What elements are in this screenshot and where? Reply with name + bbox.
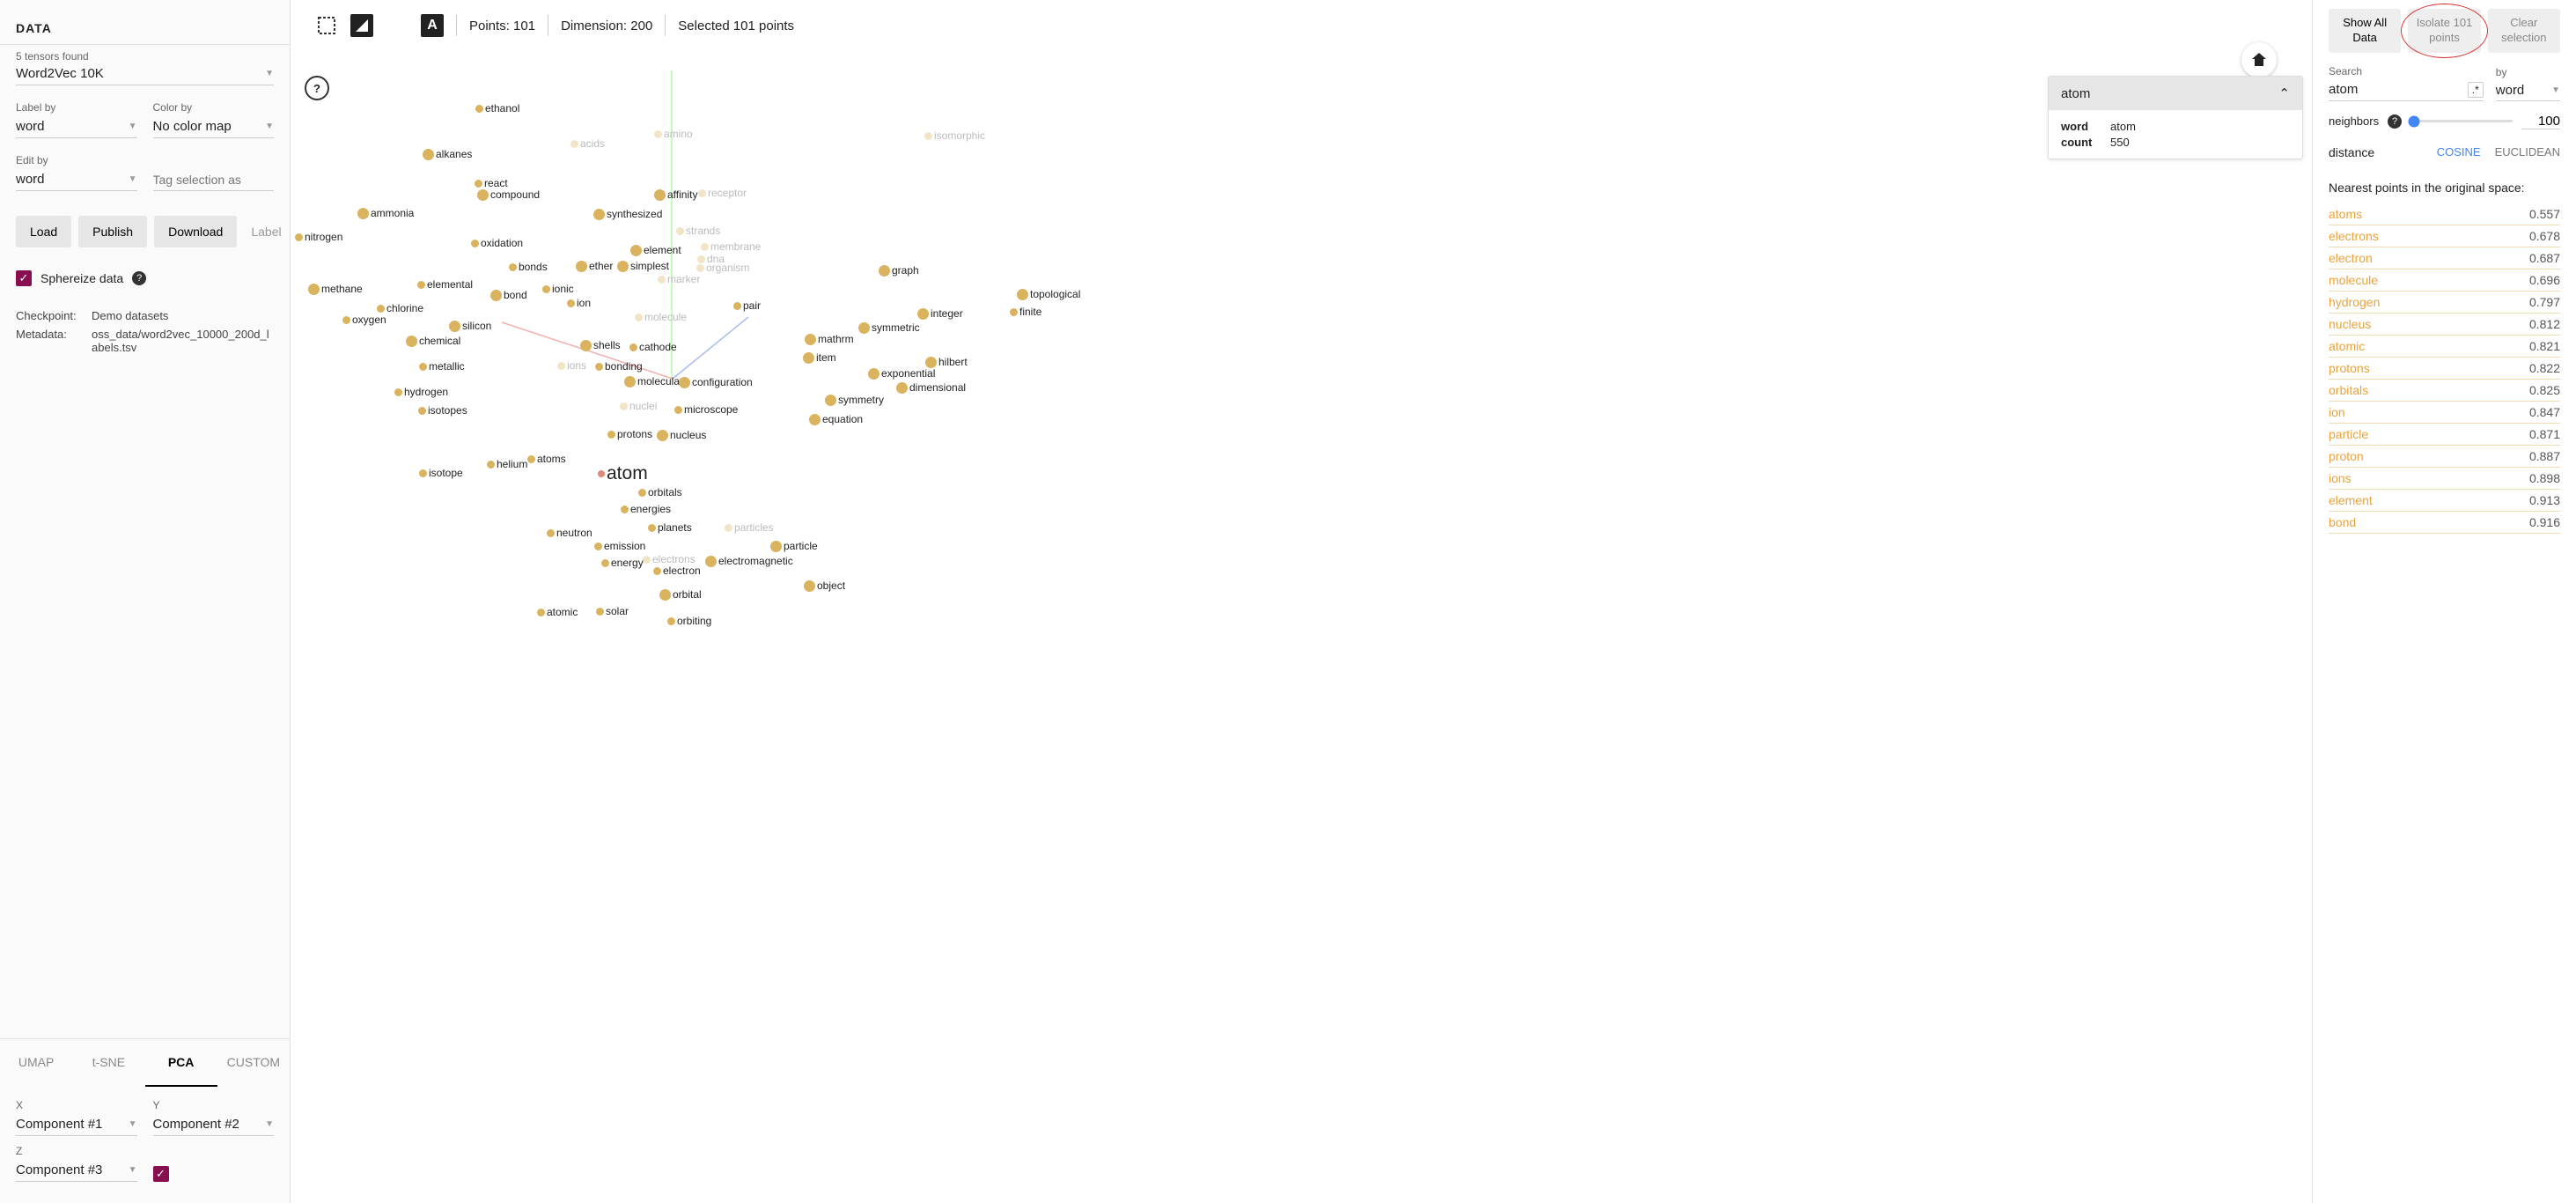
checkpoint-value: Demo datasets bbox=[92, 309, 274, 322]
isolate-button[interactable]: Isolate 101 points bbox=[2408, 9, 2480, 53]
edit-by-label: Edit by bbox=[16, 154, 137, 166]
nearest-list: atoms0.557electrons0.678electron0.687mol… bbox=[2329, 203, 2560, 534]
pca-y-select[interactable]: Component #2▼ bbox=[153, 1113, 275, 1136]
data-panel-title: DATA bbox=[0, 0, 290, 44]
chevron-down-icon: ▼ bbox=[129, 122, 137, 131]
hover-card: atom ⌃ wordatom count550 bbox=[2048, 76, 2303, 159]
projection-tabs: UMAPt-SNEPCACUSTOM bbox=[0, 1038, 290, 1087]
color-by-select[interactable]: No color map▼ bbox=[153, 115, 275, 138]
label-by-select[interactable]: word▼ bbox=[16, 115, 137, 138]
label-by-label: Label by bbox=[16, 101, 137, 114]
help-icon[interactable]: ? bbox=[2388, 114, 2402, 129]
points-stat: Points: 101 bbox=[469, 18, 535, 33]
chevron-down-icon: ▼ bbox=[2551, 85, 2560, 95]
hover-card-row: count550 bbox=[2061, 136, 2290, 149]
tab-umap[interactable]: UMAP bbox=[0, 1039, 72, 1087]
tensor-select-value: Word2Vec 10K bbox=[16, 66, 104, 81]
tensor-select[interactable]: Word2Vec 10K ▼ bbox=[16, 63, 274, 85]
nearest-row[interactable]: ions0.898 bbox=[2329, 468, 2560, 490]
label-button[interactable]: Label bbox=[244, 216, 288, 247]
nearest-row[interactable]: ion0.847 bbox=[2329, 402, 2560, 424]
nearest-row[interactable]: hydrogen0.797 bbox=[2329, 292, 2560, 314]
dimension-stat: Dimension: 200 bbox=[561, 18, 652, 33]
nearest-header: Nearest points in the original space: bbox=[2329, 181, 2560, 195]
download-button[interactable]: Download bbox=[154, 216, 237, 247]
pca-z-checkbox[interactable]: ✓ bbox=[153, 1166, 169, 1182]
chevron-down-icon: ▼ bbox=[265, 69, 274, 78]
search-by-select[interactable]: word▼ bbox=[2496, 80, 2560, 101]
nearest-row[interactable]: electron0.687 bbox=[2329, 247, 2560, 269]
nearest-row[interactable]: element0.913 bbox=[2329, 490, 2560, 512]
neighbors-slider[interactable] bbox=[2410, 120, 2513, 122]
nearest-row[interactable]: electrons0.678 bbox=[2329, 225, 2560, 247]
neighbors-label: neighbors bbox=[2329, 114, 2379, 128]
toolbar: A Points: 101 Dimension: 200 Selected 10… bbox=[291, 0, 2312, 51]
distance-euclidean[interactable]: EUCLIDEAN bbox=[2495, 145, 2560, 159]
pca-options: X Component #1▼ Y Component #2▼ Z Compon… bbox=[0, 1087, 290, 1203]
nearest-row[interactable]: atoms0.557 bbox=[2329, 203, 2560, 225]
nearest-row[interactable]: molecule0.696 bbox=[2329, 269, 2560, 292]
search-by-label: by bbox=[2496, 66, 2560, 78]
pca-y-label: Y bbox=[153, 1099, 275, 1111]
hover-card-row: wordatom bbox=[2061, 120, 2290, 133]
projector-canvas[interactable]: A Points: 101 Dimension: 200 Selected 10… bbox=[291, 0, 2312, 1203]
search-input[interactable]: atom .* bbox=[2329, 79, 2484, 101]
selected-stat: Selected 101 points bbox=[678, 18, 794, 33]
pca-x-label: X bbox=[16, 1099, 137, 1111]
nearest-row[interactable]: particle0.871 bbox=[2329, 424, 2560, 446]
nearest-row[interactable]: atomic0.821 bbox=[2329, 336, 2560, 358]
nearest-row[interactable]: bond0.916 bbox=[2329, 512, 2560, 534]
sphereize-label: Sphereize data bbox=[40, 271, 123, 285]
chevron-up-icon[interactable]: ⌃ bbox=[2278, 85, 2290, 101]
distance-cosine[interactable]: COSINE bbox=[2437, 145, 2481, 159]
checkpoint-label: Checkpoint: bbox=[16, 309, 85, 322]
distance-label: distance bbox=[2329, 145, 2374, 159]
regex-toggle[interactable]: .* bbox=[2468, 82, 2484, 98]
hover-card-title: atom bbox=[2061, 86, 2090, 101]
metadata-label: Metadata: bbox=[16, 328, 85, 354]
nearest-row[interactable]: orbitals0.825 bbox=[2329, 380, 2560, 402]
color-by-label: Color by bbox=[153, 101, 275, 114]
load-button[interactable]: Load bbox=[16, 216, 71, 247]
axes-lines bbox=[291, 53, 1083, 669]
box-select-icon[interactable] bbox=[315, 14, 338, 37]
chevron-down-icon: ▼ bbox=[265, 122, 274, 131]
pca-z-label: Z bbox=[16, 1145, 137, 1157]
data-panel: DATA 5 tensors found Word2Vec 10K ▼ Labe… bbox=[0, 0, 291, 1203]
nearest-row[interactable]: protons0.822 bbox=[2329, 358, 2560, 380]
tab-pca[interactable]: PCA bbox=[145, 1039, 217, 1087]
contrast-icon[interactable] bbox=[350, 14, 373, 37]
show-all-button[interactable]: Show All Data bbox=[2329, 9, 2401, 53]
publish-button[interactable]: Publish bbox=[78, 216, 147, 247]
tab-t-sne[interactable]: t-SNE bbox=[72, 1039, 144, 1087]
edit-by-select[interactable]: word▼ bbox=[16, 168, 137, 191]
sphereize-checkbox[interactable]: ✓ bbox=[16, 270, 32, 286]
chevron-down-icon: ▼ bbox=[129, 1119, 137, 1129]
search-label: Search bbox=[2329, 65, 2484, 77]
clear-selection-button[interactable]: Clear selection bbox=[2488, 9, 2560, 53]
help-icon[interactable]: ? bbox=[132, 271, 146, 285]
tag-input[interactable] bbox=[153, 169, 275, 191]
neighbors-value[interactable] bbox=[2521, 114, 2560, 129]
inspector-panel: Show All Data Isolate 101 points Clear s… bbox=[2312, 0, 2576, 1203]
nearest-row[interactable]: nucleus0.812 bbox=[2329, 314, 2560, 336]
chevron-down-icon: ▼ bbox=[129, 174, 137, 184]
tensors-found: 5 tensors found bbox=[16, 50, 274, 63]
metadata-value: oss_data/word2vec_10000_200d_labels.tsv bbox=[92, 328, 274, 354]
night-mode-icon[interactable] bbox=[386, 14, 408, 37]
chevron-down-icon: ▼ bbox=[265, 1119, 274, 1129]
pca-x-select[interactable]: Component #1▼ bbox=[16, 1113, 137, 1136]
chevron-down-icon: ▼ bbox=[129, 1165, 137, 1175]
labels-icon[interactable]: A bbox=[421, 14, 444, 37]
pca-z-select[interactable]: Component #3▼ bbox=[16, 1159, 137, 1182]
nearest-row[interactable]: proton0.887 bbox=[2329, 446, 2560, 468]
tab-custom[interactable]: CUSTOM bbox=[217, 1039, 290, 1087]
